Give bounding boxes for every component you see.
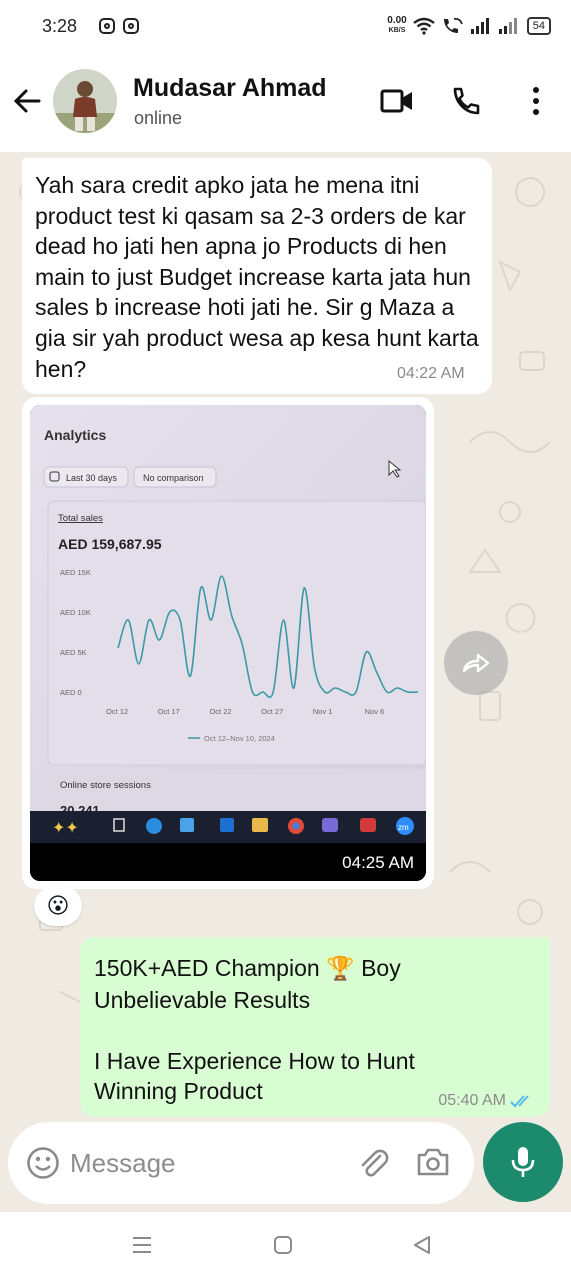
more-options-icon[interactable] [530, 86, 542, 116]
comparison-filter: No comparison [143, 473, 204, 483]
back-nav-icon[interactable] [412, 1235, 432, 1255]
image-time: 04:25 AM [342, 853, 414, 872]
incoming-message[interactable]: Yah sara credit apko jata he mena itni p… [22, 158, 492, 394]
recent-apps-icon[interactable] [131, 1234, 153, 1256]
avatar[interactable] [53, 69, 117, 133]
sessions-label: Online store sessions [60, 780, 151, 791]
y-tick-label: AED 15K [60, 568, 91, 577]
svg-text:✦✦: ✦✦ [52, 818, 79, 837]
analytics-screenshot: Analytics Last 30 days No comparison Tot… [30, 405, 426, 881]
microphone-icon [511, 1147, 535, 1177]
status-bar: 3:28 0.00 KB/S 54 [0, 0, 571, 52]
message-time: 04:22 AM [397, 365, 465, 382]
forward-button[interactable] [444, 631, 508, 695]
shared-screenshot-image[interactable]: Analytics Last 30 days No comparison Tot… [30, 405, 426, 881]
system-navigation-bar [0, 1212, 571, 1280]
camera-icon[interactable] [416, 1147, 450, 1177]
back-arrow-icon[interactable] [12, 86, 42, 116]
status-time: 3:28 [42, 15, 78, 36]
reaction-emoji: 😮 [46, 893, 70, 919]
video-call-icon[interactable] [380, 86, 414, 116]
x-tick-label: Oct 17 [158, 707, 180, 716]
message-text-part: Boy [354, 955, 401, 981]
instagram-notification-icon [99, 18, 116, 34]
message-text-line: Unbelievable Results [94, 987, 311, 1013]
attachment-icon[interactable] [356, 1146, 390, 1180]
x-tick-label: Oct 12 [106, 707, 128, 716]
x-tick-label: Nov 6 [365, 707, 385, 716]
incoming-image-message[interactable]: Analytics Last 30 days No comparison Tot… [22, 397, 434, 889]
instagram-notification-icon [123, 18, 140, 34]
contact-status: online [134, 108, 183, 128]
message-composer [8, 1122, 474, 1204]
battery-icon: 54 [526, 17, 551, 35]
wifi-icon [413, 17, 435, 35]
signal-icon [470, 18, 489, 34]
date-filter: Last 30 days [66, 473, 118, 483]
message-reaction[interactable]: 😮 [34, 886, 82, 926]
analytics-title: Analytics [44, 427, 106, 443]
total-sales-value: AED 159,687.95 [58, 536, 162, 552]
home-icon[interactable] [273, 1235, 293, 1255]
message-input[interactable] [70, 1142, 330, 1184]
y-tick-label: AED 0 [60, 688, 82, 697]
total-sales-label: Total sales [58, 513, 103, 524]
message-text-line: I Have Experience How to Hunt [94, 1048, 415, 1074]
read-receipt-icon [510, 1095, 529, 1108]
message-time: 05:40 AM [438, 1092, 506, 1109]
phone-call-icon[interactable] [451, 86, 481, 116]
y-tick-label: AED 10K [60, 608, 91, 617]
contact-name[interactable]: Mudasar Ahmad [133, 74, 327, 103]
outgoing-message[interactable]: 150K+AED Champion 🏆 Boy Unbelievable Res… [80, 937, 550, 1117]
forward-icon [462, 653, 490, 673]
x-tick-label: Nov 1 [313, 707, 333, 716]
wifi-calling-icon [443, 17, 463, 33]
chat-header: Mudasar Ahmad online [0, 52, 571, 152]
x-tick-label: Oct 22 [209, 707, 231, 716]
y-tick-label: AED 5K [60, 648, 87, 657]
message-text: Yah sara credit apko jata he mena itni p… [35, 172, 479, 382]
message-text-part: 150K+AED Champion [94, 955, 327, 981]
taskbar-zoom-label: zm [398, 823, 409, 832]
voice-message-button[interactable] [483, 1122, 563, 1202]
network-speed: 0.00 KB/S [387, 15, 407, 35]
signal-icon [498, 18, 517, 34]
legend-label: Oct 12–Nov 10, 2024 [204, 734, 275, 743]
emoji-icon[interactable] [26, 1146, 60, 1180]
message-text-line: Winning Product [94, 1078, 263, 1104]
x-tick-label: Oct 27 [261, 707, 283, 716]
trophy-emoji: 🏆 [326, 955, 355, 981]
